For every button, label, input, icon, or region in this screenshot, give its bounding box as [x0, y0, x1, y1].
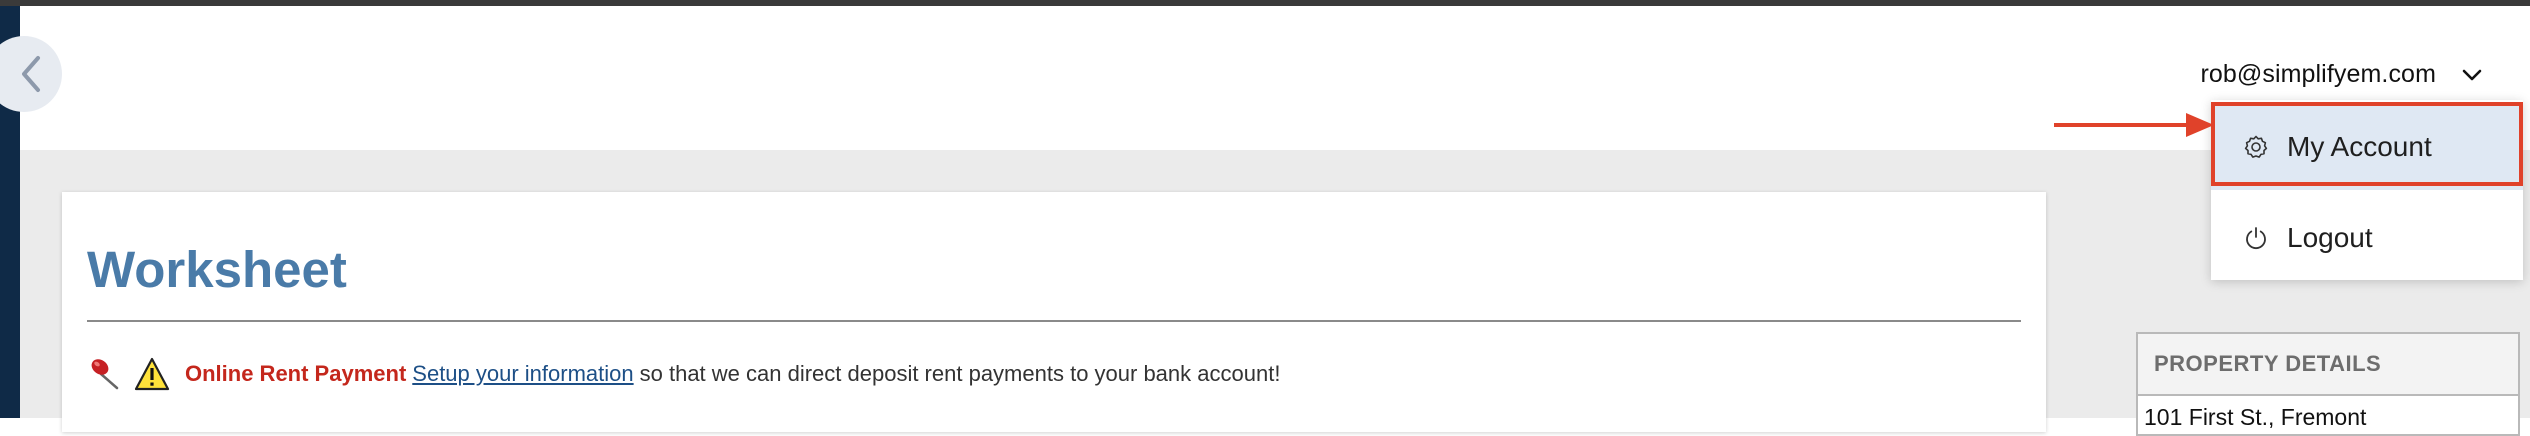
user-menu-toggle[interactable]: rob@simplifyem.com — [2200, 60, 2482, 89]
logout-label: Logout — [2287, 222, 2373, 253]
notice-text: so that we can direct deposit rent payme… — [639, 361, 1281, 386]
page-title: Worksheet — [87, 241, 347, 298]
annotation-arrow — [2054, 113, 2214, 137]
gear-icon — [2243, 134, 2269, 160]
menu-item-logout[interactable]: Logout — [2211, 195, 2523, 281]
pushpin-icon — [87, 354, 125, 394]
title-divider — [87, 320, 2021, 322]
chevron-down-icon[interactable] — [2462, 69, 2482, 81]
notice-title: Online Rent Payment — [185, 361, 407, 386]
property-details-heading: PROPERTY DETAILS — [2138, 334, 2518, 396]
worksheet-card: Worksheet Online Rent Payment Setup your… — [62, 192, 2046, 432]
my-account-label: My Account — [2287, 131, 2432, 162]
warning-icon — [133, 356, 171, 392]
user-email: rob@simplifyem.com — [2200, 60, 2436, 88]
rent-payment-notice: Online Rent Payment Setup your informati… — [87, 350, 1280, 398]
power-icon — [2243, 225, 2269, 251]
chevron-left-icon — [20, 55, 42, 93]
user-dropdown-menu: My Account Logout — [2211, 100, 2523, 280]
setup-information-link[interactable]: Setup your information — [412, 361, 633, 387]
menu-item-my-account[interactable]: My Account — [2211, 104, 2523, 190]
property-address[interactable]: 101 First St., Fremont — [2138, 396, 2518, 431]
property-details-panel: PROPERTY DETAILS 101 First St., Fremont — [2136, 332, 2520, 436]
